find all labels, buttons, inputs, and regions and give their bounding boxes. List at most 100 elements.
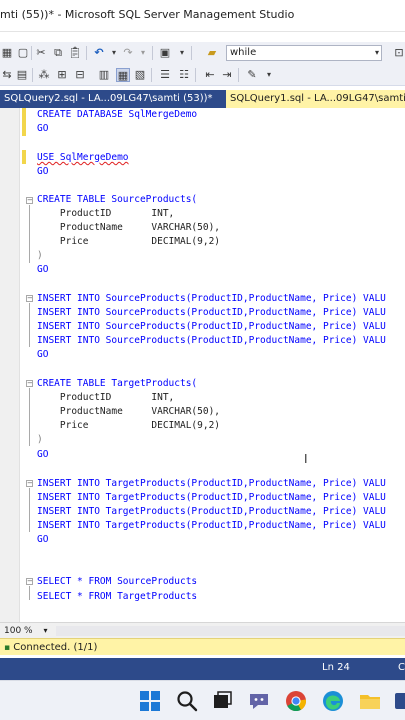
chevron-down-icon[interactable]: ▾ [107,46,121,60]
tab-label: SQLQuery2.sql - LA...09LG47\samti (53))* [4,93,213,104]
toolbar-separator [151,68,152,82]
code-line: ProductName VARCHAR(50), [37,405,220,419]
zoom-level: 100 % [4,626,33,636]
windows-start-icon[interactable] [138,689,162,713]
connect-icon[interactable]: ⇆ [0,68,14,82]
code-line: INSERT INTO TargetProducts(ProductID,Pro… [37,491,386,505]
code-text: GO [37,349,49,360]
find-combobox[interactable]: while ▾ [226,45,382,61]
intellisense-icon[interactable]: ⊟ [73,68,87,82]
tab-sqlquery2[interactable]: SQLQuery2.sql - LA...09LG47\samti (53))* [0,90,222,108]
change-marker [22,150,26,164]
edge-icon[interactable] [321,689,345,713]
teams-chat-icon[interactable] [247,689,271,713]
collapse-icon[interactable]: − [26,197,33,204]
collapse-icon[interactable]: − [26,480,33,487]
chevron-down-icon[interactable]: ▾ [375,46,379,60]
fold-line [29,388,30,446]
copy-icon[interactable]: ⧉ [51,46,65,60]
indent-icon[interactable]: ⇥ [220,68,234,82]
code-line: CREATE TABLE TargetProducts( [37,377,197,391]
query-options-icon[interactable]: ⊞ [55,68,69,82]
specify-values-icon[interactable]: ✎ [245,68,259,82]
windows-taskbar [0,680,405,720]
uncomment-icon[interactable]: ☷ [177,68,191,82]
code-text: CREATE TABLE SourceProducts( [37,194,198,205]
code-line: INSERT INTO SourceProducts(ProductID,Pro… [37,292,386,306]
find-input[interactable]: while [230,47,256,58]
code-text: ProductName VARCHAR(50), [37,406,221,417]
zoom-dropdown[interactable]: 100 % ▾ [4,625,50,637]
chevron-down-icon[interactable]: ▾ [136,46,150,60]
results-grid-icon[interactable]: ▦ [116,68,130,82]
task-view-icon[interactable] [210,689,234,713]
grid-icon[interactable]: ▦ [0,46,14,60]
code-line: Price DECIMAL(9,2) [37,235,220,249]
toolbar-separator [86,46,87,60]
change-connection-icon[interactable]: ▤ [15,68,29,82]
code-text: CREATE TABLE TargetProducts( [37,378,198,389]
chevron-down-icon[interactable]: ▾ [262,68,276,82]
code-text: ) [37,250,43,261]
code-line: INSERT INTO SourceProducts(ProductID,Pro… [37,306,386,320]
code-line: INSERT INTO SourceProducts(ProductID,Pro… [37,320,386,334]
connection-status-text: Connected. (1/1) [13,642,98,653]
chrome-icon[interactable] [284,689,308,713]
toolbar-separator [32,68,33,82]
code-text: INSERT INTO SourceProducts(ProductID,Pro… [37,307,386,318]
save-icon[interactable]: ▢ [16,46,30,60]
toolbar-separator [238,68,239,82]
code-line: SELECT * FROM SourceProducts [37,575,197,589]
results-text-icon[interactable]: ▥ [97,68,111,82]
toolbar-separator [195,68,196,82]
code-text: INSERT INTO TargetProducts(ProductID,Pro… [37,506,386,517]
redo-icon[interactable]: ↷ [121,46,135,60]
tab-sqlquery1[interactable]: SQLQuery1.sql - LA...09LG47\samti (55)) [226,90,405,108]
find-in-files-icon[interactable]: ▰ [205,46,219,60]
code-line: GO [37,263,48,277]
code-text: USE SqlMergeDemo [37,152,129,163]
document-tab-bar: SQLQuery2.sql - LA...09LG47\samti (53))*… [0,90,405,108]
window-title: mti (55))* - Microsoft SQL Server Manage… [0,8,295,21]
horizontal-scrollbar[interactable] [56,626,405,636]
code-line: GO [37,122,48,136]
paste-icon[interactable]: 📋︎ [68,46,82,60]
query-status-bar: ▪ Connected. (1/1) [0,638,405,655]
chevron-down-icon[interactable]: ▾ [43,626,47,635]
app-icon[interactable] [393,689,405,713]
code-line: CREATE DATABASE SqlMergeDemo [37,108,197,122]
standard-toolbar: ▦ ▢ ✂ ⧉ 📋︎ ↶ ▾ ↷ ▾ ▣ ▾ ▰ while ▾ ⊡ [0,42,405,64]
collapse-icon[interactable]: − [26,380,33,387]
undo-icon[interactable]: ↶ [92,46,106,60]
toolbar-separator [31,46,32,60]
code-text: INSERT INTO TargetProducts(ProductID,Pro… [37,492,386,503]
code-line: ProductName VARCHAR(50), [37,221,220,235]
cut-icon[interactable]: ✂ [34,46,48,60]
find-icon[interactable]: ⊡ [392,46,405,60]
query-editor[interactable]: − − − − − CREATE DATABASE SqlMergeDemo G… [0,108,405,622]
file-explorer-icon[interactable] [358,689,382,713]
search-icon[interactable] [175,689,199,713]
comment-icon[interactable]: ☰ [158,68,172,82]
chevron-down-icon[interactable]: ▾ [175,46,189,60]
collapse-icon[interactable]: − [26,578,33,585]
results-file-icon[interactable]: ▧ [133,68,147,82]
code-line: CREATE TABLE SourceProducts( [37,193,197,207]
code-text: INSERT INTO SourceProducts(ProductID,Pro… [37,321,386,332]
fold-line [29,586,30,600]
display-plan-icon[interactable]: ⁂ [37,68,51,82]
code-line: USE SqlMergeDemo [37,151,129,165]
outdent-icon[interactable]: ⇤ [203,68,217,82]
code-text: GO [37,123,49,134]
solution-explorer-icon[interactable]: ▣ [158,46,172,60]
code-line: INSERT INTO SourceProducts(ProductID,Pro… [37,334,386,348]
collapse-icon[interactable]: − [26,295,33,302]
code-text: Price DECIMAL(9,2) [37,420,221,431]
code-text: GO [37,534,49,545]
code-line: SELECT * FROM TargetProducts [37,590,197,604]
code-line: INSERT INTO TargetProducts(ProductID,Pro… [37,505,386,519]
code-line: GO [37,448,48,462]
code-text: INSERT INTO SourceProducts(ProductID,Pro… [37,293,386,304]
code-text: ProductName VARCHAR(50), [37,222,221,233]
code-line: ProductID INT, [37,391,174,405]
